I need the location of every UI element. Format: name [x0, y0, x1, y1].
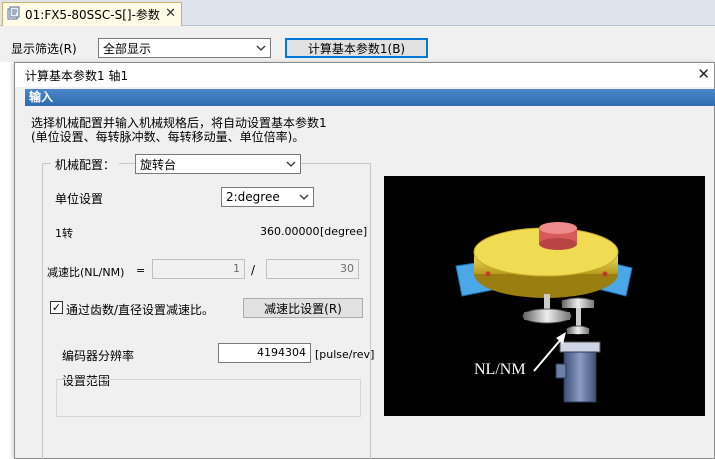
document-tab-title: 01:FX5-80SSC-S[]-参数: [25, 8, 160, 22]
filter-select[interactable]: 全部显示: [98, 38, 271, 58]
filter-select-value: 全部显示: [103, 41, 152, 56]
document-tab-strip: 01:FX5-80SSC-S[]-参数 ✕: [0, 0, 715, 26]
chevron-down-icon: [286, 157, 296, 174]
reduction-denominator-input[interactable]: 30: [266, 259, 359, 279]
description-line-2: (单位设置、每转脉冲数、每转移动量、单位倍率)。: [31, 130, 305, 144]
machine-config-select[interactable]: 旋转台: [135, 154, 301, 174]
one-turn-label: 1转: [55, 227, 73, 240]
calc-basic-param-dialog: 计算基本参数1 轴1 ✕ 输入 选择机械配置并输入机械规格后，将自动设置基本参数…: [14, 62, 715, 459]
filter-label: 显示筛选(R): [11, 42, 77, 56]
gear-ratio-checkbox[interactable]: ✓: [50, 301, 63, 314]
unit-setting-label: 单位设置: [55, 192, 104, 206]
machine-config-label: 机械配置：: [51, 156, 120, 173]
reduction-ratio-slash: /: [251, 263, 256, 277]
dialog-description: 选择机械配置并输入机械规格后，将自动设置基本参数1 (单位设置、每转脉冲数、每转…: [31, 116, 327, 144]
machine-config-value: 旋转台: [140, 157, 177, 172]
setting-range-box: [56, 379, 361, 417]
chevron-down-icon: [299, 190, 309, 207]
nl-nm-annotation: NL/NM: [474, 361, 526, 378]
dialog-titlebar: 计算基本参数1 轴1 ✕: [15, 63, 714, 87]
one-turn-value: 360.00000: [260, 225, 320, 238]
tab-close-icon[interactable]: ✕: [165, 6, 176, 21]
encoder-resolution-input[interactable]: 4194304: [218, 343, 311, 363]
unit-setting-value: 2:degree: [226, 190, 280, 204]
dialog-title: 计算基本参数1 轴1: [25, 68, 129, 83]
encoder-resolution-label: 编码器分辨率: [62, 349, 135, 363]
unit-setting-select[interactable]: 2:degree: [221, 187, 314, 207]
calc-basic-param-button[interactable]: 计算基本参数1(B): [285, 38, 428, 58]
one-turn-unit: [degree]: [320, 225, 368, 238]
parameter-icon: [7, 6, 21, 23]
input-section-header: 输入: [25, 89, 715, 106]
reduction-ratio-setting-button[interactable]: 减速比设置(R): [243, 298, 363, 318]
chevron-down-icon: [256, 41, 266, 58]
reduction-ratio-label: 减速比(NL/NM): [47, 266, 125, 279]
gear-ratio-checkbox-label: 通过齿数/直径设置减速比。: [66, 303, 215, 317]
rotary-table-illustration: NL/NM: [384, 176, 705, 416]
document-tab[interactable]: 01:FX5-80SSC-S[]-参数 ✕: [2, 2, 182, 26]
description-line-1: 选择机械配置并输入机械规格后，将自动设置基本参数1: [31, 116, 327, 130]
reduction-ratio-equals: =: [136, 264, 146, 277]
reduction-numerator-input[interactable]: 1: [152, 259, 245, 279]
encoder-resolution-unit: [pulse/rev]: [315, 348, 375, 361]
dialog-close-icon[interactable]: ✕: [697, 65, 710, 83]
